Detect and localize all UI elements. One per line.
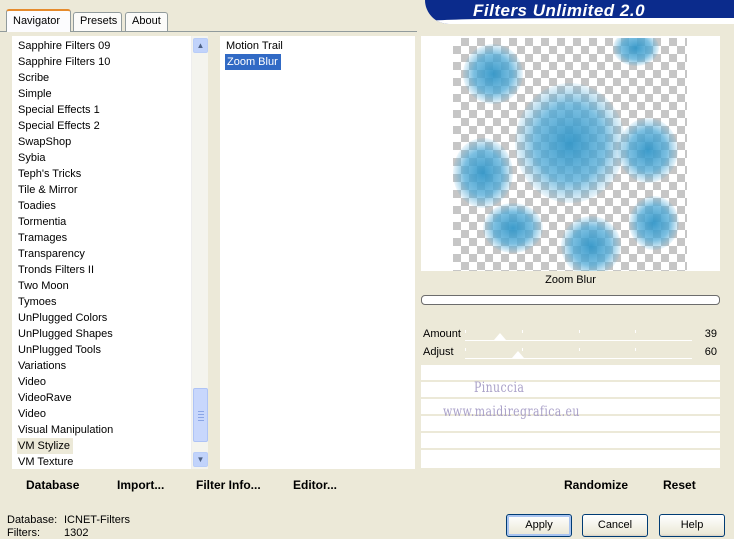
- category-item[interactable]: VM Texture: [18, 454, 73, 470]
- category-item[interactable]: Simple: [18, 86, 52, 102]
- blur-blob: [618, 118, 678, 183]
- category-item[interactable]: Video: [18, 406, 46, 422]
- grip-line: [198, 414, 204, 415]
- category-item[interactable]: Special Effects 1: [18, 102, 100, 118]
- empty-slider-slot: [421, 365, 720, 380]
- left-toolbar: Database Import... Filter Info... Editor…: [12, 473, 415, 499]
- category-item[interactable]: Tymoes: [18, 294, 57, 310]
- app-title: Filters Unlimited 2.0: [473, 1, 646, 20]
- chevron-up-icon[interactable]: ▲: [193, 38, 208, 53]
- slider-tick: [578, 330, 580, 333]
- category-item[interactable]: UnPlugged Shapes: [18, 326, 113, 342]
- filter-item[interactable]: Zoom Blur: [225, 54, 281, 70]
- filter-list[interactable]: Motion Trail Zoom Blur: [220, 36, 415, 469]
- progress-bar: [421, 295, 720, 305]
- filter-info-button[interactable]: Filter Info...: [196, 478, 261, 492]
- blur-blob: [483, 203, 543, 253]
- slider-amount[interactable]: Amount 39: [421, 327, 720, 344]
- cancel-button[interactable]: Cancel: [582, 514, 648, 537]
- category-item[interactable]: Tile & Mirror: [18, 182, 77, 198]
- empty-slider-slot: [421, 450, 720, 468]
- grip-line: [198, 420, 204, 421]
- category-item[interactable]: Toadies: [18, 198, 56, 214]
- slider-label: Adjust: [423, 346, 454, 358]
- category-item[interactable]: Sybia: [18, 150, 46, 166]
- category-item[interactable]: Two Moon: [18, 278, 69, 294]
- current-filter-name: Zoom Blur: [545, 274, 596, 286]
- app-banner: Filters Unlimited 2.0: [425, 0, 734, 24]
- blur-blob: [453, 138, 513, 208]
- preview-image: [453, 38, 687, 271]
- database-value: ICNET-Filters: [64, 514, 130, 526]
- tab-about[interactable]: About: [125, 12, 168, 31]
- category-item[interactable]: Visual Manipulation: [18, 422, 113, 438]
- category-item[interactable]: Special Effects 2: [18, 118, 100, 134]
- editor-button[interactable]: Editor...: [293, 478, 337, 492]
- scrollbar-thumb[interactable]: [193, 388, 208, 442]
- category-item[interactable]: Tramages: [18, 230, 67, 246]
- database-label: Database:: [7, 514, 58, 526]
- tab-navigator[interactable]: Navigator: [6, 9, 71, 32]
- grip-line: [198, 411, 204, 412]
- slider-tick: [521, 330, 523, 333]
- category-item[interactable]: Variations: [18, 358, 66, 374]
- empty-slider-slot: [421, 382, 720, 397]
- category-item[interactable]: VideoRave: [18, 390, 72, 406]
- filters-label: Filters:: [7, 527, 40, 539]
- apply-button[interactable]: Apply: [506, 514, 572, 537]
- category-item[interactable]: SwapShop: [18, 134, 71, 150]
- blur-blob: [561, 216, 621, 271]
- filters-count: 1302: [64, 527, 89, 539]
- slider-track[interactable]: [465, 330, 692, 341]
- slider-thumb[interactable]: [493, 333, 506, 340]
- empty-slider-slot: [421, 433, 720, 448]
- tab-presets[interactable]: Presets: [73, 12, 122, 31]
- category-item[interactable]: Tronds Filters II: [18, 262, 94, 278]
- category-item[interactable]: VM Stylize: [17, 438, 73, 454]
- slider-value: 39: [704, 328, 717, 340]
- randomize-button[interactable]: Randomize: [564, 478, 628, 492]
- slider-thumb[interactable]: [512, 351, 525, 358]
- database-button[interactable]: Database: [26, 478, 79, 492]
- blur-blob: [515, 83, 625, 203]
- watermark-line2: www.maidiregrafica.eu: [443, 404, 580, 420]
- category-item[interactable]: Teph's Tricks: [18, 166, 81, 182]
- category-item[interactable]: Transparency: [18, 246, 85, 262]
- right-toolbar: Randomize Reset: [421, 473, 720, 499]
- category-scrollbar[interactable]: ▲ ▼: [191, 36, 208, 469]
- category-item[interactable]: Video: [18, 374, 46, 390]
- import-button[interactable]: Import...: [117, 478, 164, 492]
- slider-tick: [635, 348, 637, 351]
- blur-blob: [463, 44, 523, 104]
- watermark-line1: Pinuccia: [474, 380, 525, 396]
- filter-item[interactable]: Motion Trail: [226, 38, 283, 54]
- slider-adjust[interactable]: Adjust 60: [421, 345, 720, 362]
- slider-track[interactable]: [465, 348, 692, 359]
- category-item[interactable]: Tormentia: [18, 214, 66, 230]
- category-item[interactable]: UnPlugged Tools: [18, 342, 101, 358]
- blur-blob: [629, 196, 679, 250]
- blur-blob: [613, 38, 659, 66]
- slider-value: 60: [704, 346, 717, 358]
- category-item[interactable]: Scribe: [18, 70, 49, 86]
- slider-tick: [635, 330, 637, 333]
- help-button[interactable]: Help: [659, 514, 725, 537]
- reset-button[interactable]: Reset: [663, 478, 696, 492]
- chevron-down-icon[interactable]: ▼: [193, 452, 208, 467]
- category-item[interactable]: Sapphire Filters 09: [18, 38, 110, 54]
- preview-panel: [421, 36, 720, 271]
- category-list[interactable]: Sapphire Filters 09 Sapphire Filters 10 Sc…: [12, 36, 208, 469]
- slider-tick: [465, 330, 466, 333]
- category-item[interactable]: Sapphire Filters 10: [18, 54, 110, 70]
- category-item[interactable]: UnPlugged Colors: [18, 310, 107, 326]
- grip-line: [198, 417, 204, 418]
- slider-tick: [578, 348, 580, 351]
- slider-label: Amount: [423, 328, 461, 340]
- slider-tick: [465, 348, 466, 351]
